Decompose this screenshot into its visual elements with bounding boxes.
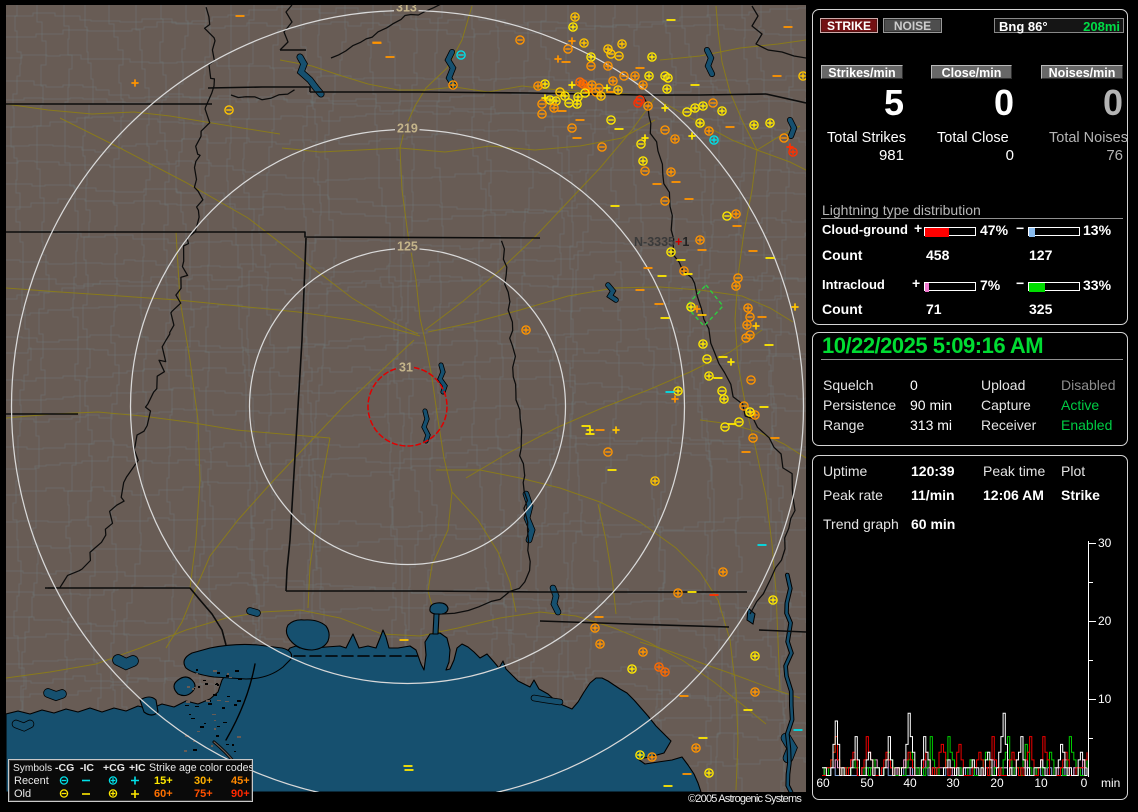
svg-text:Symbols: Symbols [13,763,52,774]
svg-text:-CG: -CG [55,762,74,774]
svg-text:219: 219 [397,122,418,136]
svg-text:-IC: -IC [80,762,94,774]
svg-text:Old: Old [14,788,31,800]
svg-text:31: 31 [399,361,413,375]
svg-text:90+: 90+ [231,788,250,800]
svg-text:+CG: +CG [103,762,125,774]
svg-text:60+: 60+ [154,788,173,800]
svg-text:313: 313 [396,5,417,15]
svg-text:45+: 45+ [231,775,250,787]
svg-text:30+: 30+ [194,775,213,787]
svg-text:Strike age color codes: Strike age color codes [149,762,252,774]
svg-text:N-3335+1: N-3335+1 [634,235,689,249]
svg-text:+IC: +IC [129,762,146,774]
svg-text:Recent: Recent [14,775,49,787]
svg-text:125: 125 [397,240,418,254]
svg-text:75+: 75+ [194,788,213,800]
svg-text:15+: 15+ [154,775,173,787]
